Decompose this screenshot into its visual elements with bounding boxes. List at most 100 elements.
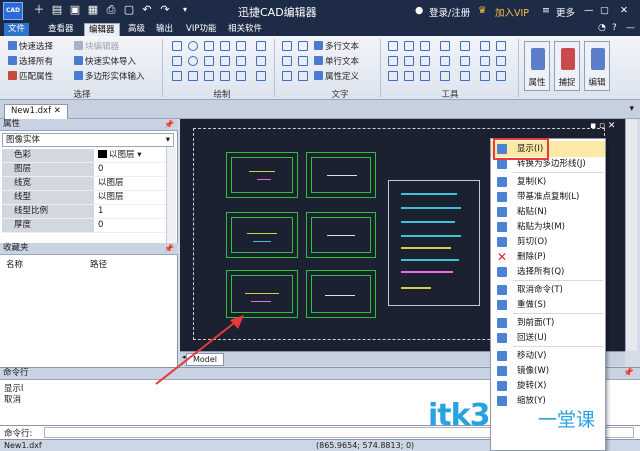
property-row[interactable]: 图层 0 [2, 163, 166, 177]
context-menu-item[interactable]: 带基准点复制(L) [491, 189, 605, 205]
attdef-button[interactable]: 属性定义 [314, 71, 359, 82]
style-icon[interactable]: ◔ [598, 23, 606, 33]
donut-tool-icon[interactable] [188, 71, 198, 81]
vip-link[interactable]: 加入VIP [495, 5, 529, 19]
col-name[interactable]: 名称 [6, 258, 23, 270]
match-properties-button[interactable]: 匹配属性 [8, 71, 53, 82]
offset-tool-icon[interactable] [480, 41, 490, 51]
block-editor-button[interactable]: 块编辑器 [74, 41, 119, 52]
move-tool-icon[interactable] [388, 41, 398, 51]
radius-dim-icon[interactable] [298, 56, 308, 66]
floor-plan-thumb[interactable] [306, 152, 376, 198]
close-icon[interactable]: ✕ [620, 5, 628, 16]
property-row[interactable]: 厚度 0 [2, 219, 166, 233]
matchprop-tool-icon[interactable] [480, 71, 490, 81]
property-row[interactable]: 线型比例 1 [2, 205, 166, 219]
user-icon[interactable]: ● [415, 5, 423, 16]
line-tool-icon[interactable] [172, 41, 182, 51]
context-menu-item[interactable]: 粘贴为块(M) [491, 219, 605, 235]
stext-button[interactable]: 单行文本 [314, 56, 359, 67]
fillet-tool-icon[interactable] [480, 56, 490, 66]
save-icon[interactable]: ▣ [68, 3, 82, 17]
aligned-dim-icon[interactable] [298, 41, 308, 51]
grid-tool-icon[interactable] [256, 71, 266, 81]
qa-dropdown-icon[interactable]: ▾ [178, 3, 192, 17]
more-link[interactable]: 更多 [556, 5, 575, 19]
document-tab[interactable]: New1.dxf ✕ [4, 104, 68, 119]
ellipse-tool-icon[interactable] [188, 56, 198, 66]
context-menu-item[interactable]: 剪切(O) [491, 234, 605, 250]
elevation-sheet[interactable] [388, 180, 480, 306]
context-menu-item[interactable]: 复制(K) [491, 174, 605, 190]
tab-menu-icon[interactable]: ▾ [629, 104, 634, 114]
tab-editor[interactable]: 编辑器 [84, 23, 120, 36]
entity-type-select[interactable]: 图像实体 ▾ [2, 133, 174, 147]
join-tool-icon[interactable] [460, 56, 470, 66]
app-logo[interactable]: CAD [3, 2, 23, 20]
context-menu-item[interactable]: ✕ 删除(P) [491, 249, 605, 265]
tab-vip[interactable]: VIP功能 [182, 23, 220, 36]
property-row[interactable]: 线宽 以图层 [2, 177, 166, 191]
floor-plan-thumb[interactable] [306, 212, 376, 258]
save-as-icon[interactable]: ▦ [86, 3, 100, 17]
edit-button[interactable]: 编辑 [584, 41, 610, 91]
angular-dim-icon[interactable] [282, 56, 292, 66]
polygon-entity-button[interactable]: 多边形实体输入 [74, 71, 145, 82]
pin-icon[interactable]: 📌 [164, 119, 174, 130]
minimize-icon[interactable]: — [584, 5, 594, 16]
floor-plan-thumb[interactable] [226, 212, 298, 258]
hatch-tool-icon[interactable] [236, 41, 246, 51]
col-path[interactable]: 路径 [90, 258, 107, 270]
tab-related[interactable]: 相关软件 [224, 23, 266, 36]
context-menu-item[interactable]: 粘贴(N) [491, 204, 605, 220]
new-file-icon[interactable]: ＋ [32, 3, 46, 17]
context-menu-item[interactable]: 镜像(W) [491, 363, 605, 379]
help-icon[interactable]: ? [612, 23, 617, 33]
snap-button[interactable]: 捕捉 [554, 41, 580, 91]
tab-output[interactable]: 输出 [152, 23, 177, 36]
pin-icon[interactable]: 📌 [164, 243, 174, 254]
context-menu-item[interactable]: 重做(S) [491, 297, 605, 313]
property-row[interactable]: 线型 以图层 [2, 191, 166, 205]
solid-tool-icon[interactable] [204, 71, 214, 81]
context-menu-item[interactable]: 移动(V) [491, 348, 605, 364]
context-menu-item[interactable]: 到前面(T) [491, 315, 605, 331]
select-all-button[interactable]: 选择所有 [8, 56, 53, 67]
image-tool-icon[interactable] [236, 71, 246, 81]
open-folder-icon[interactable]: ▤ [50, 3, 64, 17]
scale-tool-icon[interactable] [420, 41, 430, 51]
rect-tool-icon[interactable] [204, 56, 214, 66]
ribbon-minimize-icon[interactable]: — [626, 23, 635, 33]
break-tool-icon[interactable] [388, 71, 398, 81]
maximize-icon[interactable]: ▢ [600, 5, 609, 16]
polygon-tool-icon[interactable] [220, 56, 230, 66]
undo-icon[interactable]: ↶ [140, 3, 154, 17]
pin-icon[interactable]: 📌 [623, 368, 634, 379]
quick-select-button[interactable]: 快速选择 [8, 41, 53, 52]
stretch-tool-icon[interactable] [404, 56, 414, 66]
point-tool-icon[interactable] [256, 41, 266, 51]
menu-icon[interactable]: ≡ [542, 5, 550, 16]
spline-tool-icon[interactable] [172, 56, 182, 66]
trim-tool-icon[interactable] [496, 41, 506, 51]
property-row[interactable]: 色彩 以图层 ▾ [2, 149, 166, 163]
tab-file[interactable]: 文件 [4, 23, 30, 36]
canvas-vertical-scrollbar[interactable] [625, 119, 637, 351]
arc-tool-icon[interactable] [204, 41, 214, 51]
properties-scrollbar[interactable] [166, 147, 176, 245]
context-menu-item[interactable]: 回送(U) [491, 330, 605, 346]
leader-icon[interactable] [282, 71, 292, 81]
divide-tool-icon[interactable] [460, 71, 470, 81]
extend-tool-icon[interactable] [404, 71, 414, 81]
purge-tool-icon[interactable] [496, 71, 506, 81]
context-menu-item[interactable]: 旋转(X) [491, 378, 605, 394]
tab-viewer[interactable]: 查看器 [44, 23, 78, 36]
table-tool-icon[interactable] [256, 56, 266, 66]
explode-tool-icon[interactable] [440, 56, 450, 66]
rotate-tool-icon[interactable] [404, 41, 414, 51]
insert-block-icon[interactable] [220, 71, 230, 81]
mirror-tool-icon[interactable] [388, 56, 398, 66]
context-menu-item[interactable]: 取消命令(T) [491, 282, 605, 298]
lengthen-tool-icon[interactable] [420, 71, 430, 81]
redo-icon[interactable]: ↷ [158, 3, 172, 17]
